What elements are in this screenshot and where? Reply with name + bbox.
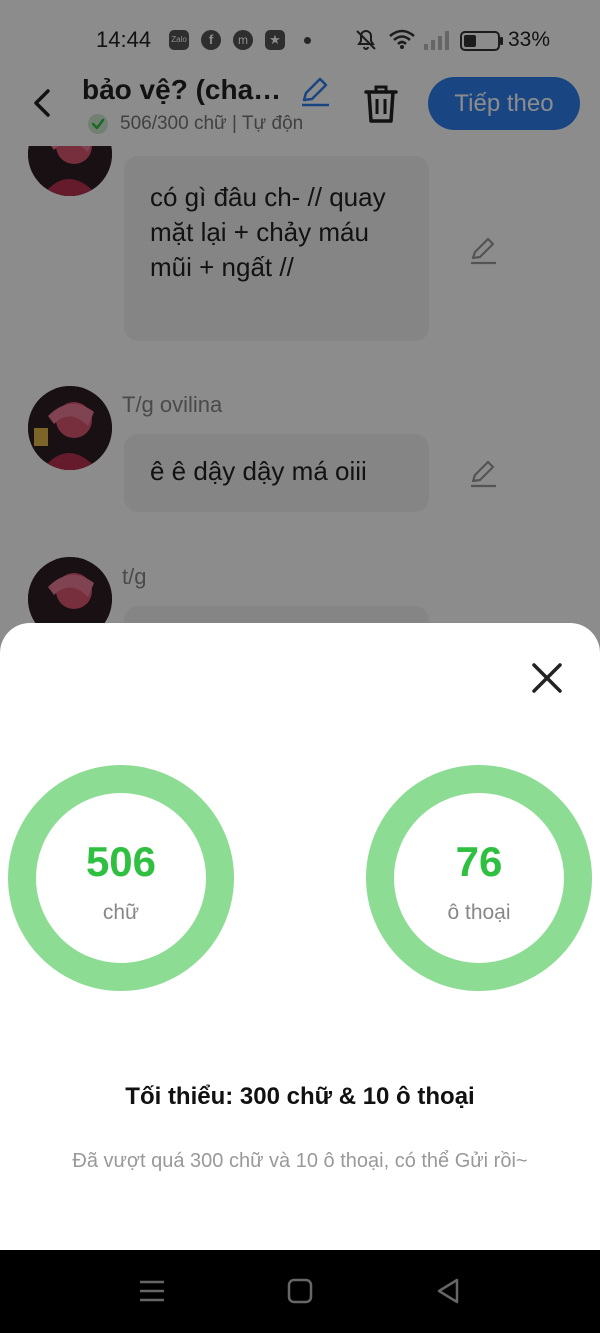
- back-nav-icon[interactable]: [433, 1276, 463, 1306]
- minimum-requirement: Tối thiểu: 300 chữ & 10 ô thoại: [125, 1083, 475, 1110]
- word-count-value: 506: [85, 838, 157, 885]
- requirement-note: Đã vượt quá 300 chữ và 10 ô thoại, có th…: [72, 1150, 528, 1172]
- dialogue-count-ring: 76 ô thoại: [366, 765, 592, 991]
- dialogue-count-label: ô thoại: [447, 901, 511, 924]
- word-count-ring: 506 chữ: [8, 765, 234, 991]
- home-icon[interactable]: [285, 1276, 315, 1306]
- stats-sheet: 506 chữ 76 ô thoại Tối thiểu: 300 chữ & …: [0, 623, 600, 1250]
- dialogue-count-value: 76: [455, 838, 503, 885]
- menu-icon[interactable]: [137, 1276, 167, 1306]
- system-nav-bar: [0, 1250, 600, 1333]
- word-count-label: chữ: [102, 901, 140, 924]
- close-button[interactable]: [529, 660, 565, 696]
